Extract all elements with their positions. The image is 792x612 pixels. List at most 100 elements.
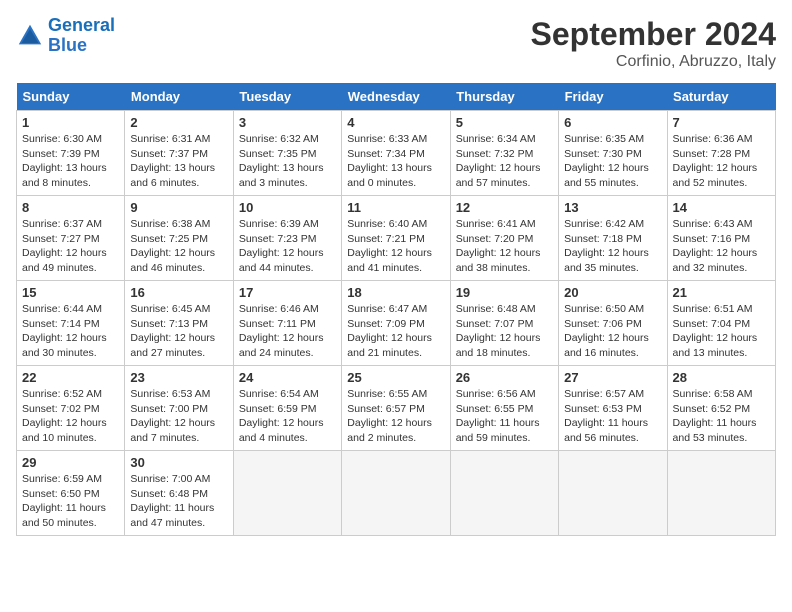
weekday-header-thursday: Thursday xyxy=(450,83,558,111)
day-info: Sunrise: 6:56 AMSunset: 6:55 PMDaylight:… xyxy=(456,387,553,446)
day-info: Sunrise: 6:54 AMSunset: 6:59 PMDaylight:… xyxy=(239,387,336,446)
day-info: Sunrise: 6:57 AMSunset: 6:53 PMDaylight:… xyxy=(564,387,661,446)
day-number: 9 xyxy=(130,200,227,215)
day-number: 15 xyxy=(22,285,119,300)
day-number: 1 xyxy=(22,115,119,130)
day-number: 3 xyxy=(239,115,336,130)
calendar-day-cell: 19 Sunrise: 6:48 AMSunset: 7:07 PMDayligh… xyxy=(450,281,558,366)
weekday-header-sunday: Sunday xyxy=(17,83,125,111)
weekday-header-saturday: Saturday xyxy=(667,83,775,111)
day-number: 7 xyxy=(673,115,770,130)
day-number: 10 xyxy=(239,200,336,215)
day-number: 29 xyxy=(22,455,119,470)
calendar-day-cell: 9 Sunrise: 6:38 AMSunset: 7:25 PMDaylight… xyxy=(125,196,233,281)
day-info: Sunrise: 6:55 AMSunset: 6:57 PMDaylight:… xyxy=(347,387,444,446)
calendar-week-row: 8 Sunrise: 6:37 AMSunset: 7:27 PMDaylight… xyxy=(17,196,776,281)
day-info: Sunrise: 6:37 AMSunset: 7:27 PMDaylight:… xyxy=(22,217,119,276)
day-number: 18 xyxy=(347,285,444,300)
day-info: Sunrise: 6:42 AMSunset: 7:18 PMDaylight:… xyxy=(564,217,661,276)
day-info: Sunrise: 6:53 AMSunset: 7:00 PMDaylight:… xyxy=(130,387,227,446)
location-title: Corfinio, Abruzzo, Italy xyxy=(531,53,776,71)
calendar-day-cell: 13 Sunrise: 6:42 AMSunset: 7:18 PMDayligh… xyxy=(559,196,667,281)
day-number: 8 xyxy=(22,200,119,215)
day-info: Sunrise: 7:00 AMSunset: 6:48 PMDaylight:… xyxy=(130,472,227,531)
day-number: 12 xyxy=(456,200,553,215)
day-number: 30 xyxy=(130,455,227,470)
calendar-day-cell: 7 Sunrise: 6:36 AMSunset: 7:28 PMDaylight… xyxy=(667,111,775,196)
calendar-day-cell: 17 Sunrise: 6:46 AMSunset: 7:11 PMDayligh… xyxy=(233,281,341,366)
calendar-day-cell xyxy=(450,451,558,536)
calendar-day-cell: 29 Sunrise: 6:59 AMSunset: 6:50 PMDayligh… xyxy=(17,451,125,536)
month-title: September 2024 xyxy=(531,16,776,53)
page-header: General Blue September 2024 Corfinio, Ab… xyxy=(16,16,776,71)
title-block: September 2024 Corfinio, Abruzzo, Italy xyxy=(531,16,776,71)
day-number: 2 xyxy=(130,115,227,130)
day-number: 13 xyxy=(564,200,661,215)
day-info: Sunrise: 6:35 AMSunset: 7:30 PMDaylight:… xyxy=(564,132,661,191)
calendar-day-cell: 27 Sunrise: 6:57 AMSunset: 6:53 PMDayligh… xyxy=(559,366,667,451)
day-number: 5 xyxy=(456,115,553,130)
logo-line1: General xyxy=(48,15,115,35)
day-info: Sunrise: 6:40 AMSunset: 7:21 PMDaylight:… xyxy=(347,217,444,276)
calendar-day-cell: 24Sunrise: 6:54 AMSunset: 6:59 PMDayligh… xyxy=(233,366,341,451)
day-number: 27 xyxy=(564,370,661,385)
day-info: Sunrise: 6:59 AMSunset: 6:50 PMDaylight:… xyxy=(22,472,119,531)
logo-line2: Blue xyxy=(48,35,87,55)
calendar-day-cell: 26Sunrise: 6:56 AMSunset: 6:55 PMDayligh… xyxy=(450,366,558,451)
calendar-day-cell xyxy=(233,451,341,536)
calendar-day-cell: 14 Sunrise: 6:43 AMSunset: 7:16 PMDayligh… xyxy=(667,196,775,281)
day-info: Sunrise: 6:48 AMSunset: 7:07 PMDaylight:… xyxy=(456,302,553,361)
day-number: 21 xyxy=(673,285,770,300)
day-info: Sunrise: 6:36 AMSunset: 7:28 PMDaylight:… xyxy=(673,132,770,191)
calendar-week-row: 15Sunrise: 6:44 AMSunset: 7:14 PMDayligh… xyxy=(17,281,776,366)
day-info: Sunrise: 6:52 AMSunset: 7:02 PMDaylight:… xyxy=(22,387,119,446)
weekday-header-tuesday: Tuesday xyxy=(233,83,341,111)
calendar-table: SundayMondayTuesdayWednesdayThursdayFrid… xyxy=(16,83,776,536)
calendar-day-cell: 1 Sunrise: 6:30 AMSunset: 7:39 PMDaylight… xyxy=(17,111,125,196)
day-number: 17 xyxy=(239,285,336,300)
calendar-day-cell: 18 Sunrise: 6:47 AMSunset: 7:09 PMDayligh… xyxy=(342,281,450,366)
day-info: Sunrise: 6:46 AMSunset: 7:11 PMDaylight:… xyxy=(239,302,336,361)
day-number: 16 xyxy=(130,285,227,300)
day-info: Sunrise: 6:41 AMSunset: 7:20 PMDaylight:… xyxy=(456,217,553,276)
day-info: Sunrise: 6:30 AMSunset: 7:39 PMDaylight:… xyxy=(22,132,119,191)
calendar-day-cell: 15Sunrise: 6:44 AMSunset: 7:14 PMDayligh… xyxy=(17,281,125,366)
weekday-header-wednesday: Wednesday xyxy=(342,83,450,111)
day-number: 19 xyxy=(456,285,553,300)
day-info: Sunrise: 6:50 AMSunset: 7:06 PMDaylight:… xyxy=(564,302,661,361)
weekday-header-friday: Friday xyxy=(559,83,667,111)
calendar-day-cell: 30 Sunrise: 7:00 AMSunset: 6:48 PMDayligh… xyxy=(125,451,233,536)
day-number: 4 xyxy=(347,115,444,130)
calendar-day-cell: 11 Sunrise: 6:40 AMSunset: 7:21 PMDayligh… xyxy=(342,196,450,281)
day-info: Sunrise: 6:45 AMSunset: 7:13 PMDaylight:… xyxy=(130,302,227,361)
calendar-day-cell: 2 Sunrise: 6:31 AMSunset: 7:37 PMDaylight… xyxy=(125,111,233,196)
calendar-day-cell: 5 Sunrise: 6:34 AMSunset: 7:32 PMDaylight… xyxy=(450,111,558,196)
day-info: Sunrise: 6:51 AMSunset: 7:04 PMDaylight:… xyxy=(673,302,770,361)
calendar-day-cell: 23Sunrise: 6:53 AMSunset: 7:00 PMDayligh… xyxy=(125,366,233,451)
day-info: Sunrise: 6:31 AMSunset: 7:37 PMDaylight:… xyxy=(130,132,227,191)
calendar-week-row: 1 Sunrise: 6:30 AMSunset: 7:39 PMDaylight… xyxy=(17,111,776,196)
calendar-week-row: 22Sunrise: 6:52 AMSunset: 7:02 PMDayligh… xyxy=(17,366,776,451)
calendar-day-cell: 28Sunrise: 6:58 AMSunset: 6:52 PMDayligh… xyxy=(667,366,775,451)
day-info: Sunrise: 6:34 AMSunset: 7:32 PMDaylight:… xyxy=(456,132,553,191)
calendar-day-cell: 3 Sunrise: 6:32 AMSunset: 7:35 PMDaylight… xyxy=(233,111,341,196)
calendar-day-cell xyxy=(559,451,667,536)
logo-text: General Blue xyxy=(48,16,115,56)
day-info: Sunrise: 6:58 AMSunset: 6:52 PMDaylight:… xyxy=(673,387,770,446)
calendar-day-cell: 20 Sunrise: 6:50 AMSunset: 7:06 PMDayligh… xyxy=(559,281,667,366)
calendar-day-cell: 21 Sunrise: 6:51 AMSunset: 7:04 PMDayligh… xyxy=(667,281,775,366)
day-info: Sunrise: 6:32 AMSunset: 7:35 PMDaylight:… xyxy=(239,132,336,191)
calendar-day-cell: 25 Sunrise: 6:55 AMSunset: 6:57 PMDayligh… xyxy=(342,366,450,451)
day-number: 20 xyxy=(564,285,661,300)
day-info: Sunrise: 6:47 AMSunset: 7:09 PMDaylight:… xyxy=(347,302,444,361)
logo-icon xyxy=(16,22,44,50)
day-info: Sunrise: 6:43 AMSunset: 7:16 PMDaylight:… xyxy=(673,217,770,276)
calendar-day-cell: 8 Sunrise: 6:37 AMSunset: 7:27 PMDaylight… xyxy=(17,196,125,281)
day-number: 25 xyxy=(347,370,444,385)
day-number: 11 xyxy=(347,200,444,215)
day-info: Sunrise: 6:38 AMSunset: 7:25 PMDaylight:… xyxy=(130,217,227,276)
weekday-header-monday: Monday xyxy=(125,83,233,111)
calendar-day-cell: 22Sunrise: 6:52 AMSunset: 7:02 PMDayligh… xyxy=(17,366,125,451)
day-info: Sunrise: 6:39 AMSunset: 7:23 PMDaylight:… xyxy=(239,217,336,276)
day-number: 14 xyxy=(673,200,770,215)
